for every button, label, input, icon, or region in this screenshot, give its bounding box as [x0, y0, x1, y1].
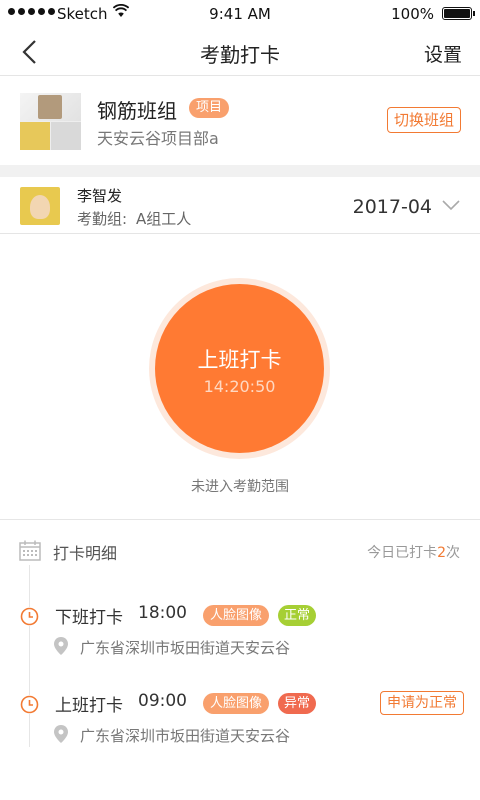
- status-badge: 正常: [278, 605, 317, 626]
- face-image-tag[interactable]: 人脸图像: [203, 605, 270, 626]
- project-tag: 项目: [189, 98, 230, 118]
- record-address: 广东省深圳市坂田街道天安云谷: [80, 727, 291, 745]
- details-title: 打卡明细: [53, 544, 118, 563]
- details-header: 打卡明细 今日已打卡2次: [0, 536, 480, 566]
- battery-percent: 100%: [391, 5, 434, 23]
- record-time: 18:00: [138, 603, 187, 623]
- team-card: 钢筋班组 项目 天安云谷项目部a 切换班组: [0, 77, 480, 165]
- group-value: A组工人: [136, 210, 192, 228]
- group-label: 考勤组:: [77, 210, 128, 228]
- location-pin-icon: [54, 637, 68, 655]
- clock-icon: [20, 607, 39, 626]
- battery-icon: [442, 7, 475, 20]
- project-name: 天安云谷项目部a: [97, 129, 219, 148]
- team-name: 钢筋班组: [97, 99, 177, 123]
- section-divider: [0, 165, 480, 177]
- list-item: 下班打卡 18:00 人脸图像 正常 广东省深圳市坂田街道天安云谷: [0, 598, 480, 668]
- settings-button[interactable]: 设置: [424, 40, 462, 67]
- avatar: [20, 187, 60, 225]
- list-item: 上班打卡 09:00 人脸图像 异常 申请为正常 广东省深圳市坂田街道天安云谷: [0, 686, 480, 756]
- record-address: 广东省深圳市坂田街道天安云谷: [80, 639, 291, 657]
- chevron-down-icon[interactable]: [442, 198, 460, 212]
- clock-icon: [20, 695, 39, 714]
- user-row: 李智发 考勤组: A组工人 2017-04: [0, 177, 480, 234]
- range-status: 未进入考勤范围: [191, 479, 289, 495]
- face-image-tag[interactable]: 人脸图像: [203, 693, 270, 714]
- page-title: 考勤打卡: [200, 43, 280, 67]
- location-pin-icon: [54, 725, 68, 743]
- user-name: 李智发: [77, 187, 123, 205]
- switch-team-button[interactable]: 切换班组: [386, 107, 461, 133]
- team-avatar: [20, 93, 81, 150]
- apply-normal-button[interactable]: 申请为正常: [380, 691, 464, 715]
- clock-in-time: 14:20:50: [203, 377, 276, 396]
- clock-in-button[interactable]: 上班打卡 14:20:50: [155, 284, 324, 453]
- month-selector[interactable]: 2017-04: [353, 196, 432, 218]
- status-bar: Sketch 9:41 AM 100%: [0, 0, 480, 28]
- status-badge: 异常: [278, 693, 317, 714]
- clock-in-label: 上班打卡: [197, 348, 282, 372]
- record-type: 上班打卡: [55, 696, 123, 716]
- record-time: 09:00: [138, 691, 187, 711]
- calendar-icon: [19, 540, 41, 561]
- record-type: 下班打卡: [55, 608, 123, 628]
- nav-bar: 考勤打卡 设置: [0, 28, 480, 76]
- clock-count: 今日已打卡2次: [367, 545, 460, 561]
- divider: [0, 519, 480, 520]
